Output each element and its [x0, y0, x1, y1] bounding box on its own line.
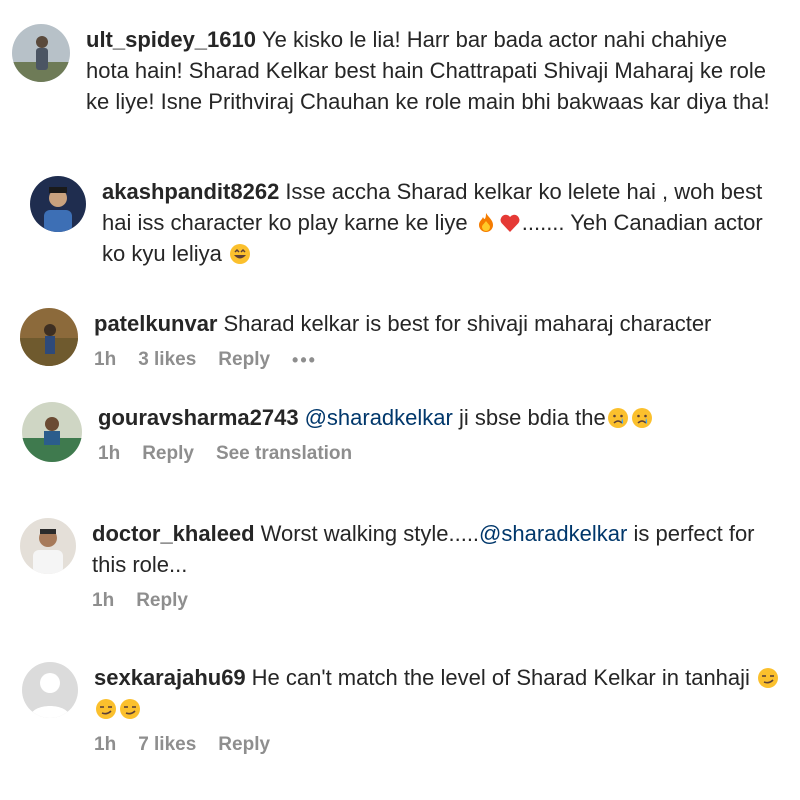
- comment-doctor-khaleed: doctor_khaleed Worst walking style.....@s…: [20, 518, 790, 612]
- avatar[interactable]: [22, 402, 82, 462]
- comment-body: He can't match the level of Sharad Kelka…: [251, 665, 750, 690]
- user-photo-icon: [20, 308, 78, 366]
- comment-meta: 1h Reply See translation: [98, 443, 778, 465]
- avatar[interactable]: [22, 662, 78, 718]
- reply-button[interactable]: Reply: [218, 734, 270, 756]
- smirk-emoji-icon: [96, 699, 116, 719]
- user-photo-icon: [20, 518, 76, 574]
- reply-button[interactable]: Reply: [136, 590, 188, 612]
- timestamp: 1h: [98, 443, 121, 464]
- smirk-emoji-icon: [120, 699, 140, 719]
- comment-ult-spidey: ult_spidey_1610 Ye kisko le lia! Harr bar…: [12, 24, 792, 117]
- default-avatar-icon: [22, 662, 78, 718]
- username[interactable]: ult_spidey_1610: [86, 27, 256, 52]
- comment-body: ji sbse bdia the: [458, 405, 606, 430]
- reply-button[interactable]: Reply: [142, 443, 194, 465]
- comment-gouravsharma: gouravsharma2743 @sharadkelkar ji sbse bd…: [22, 402, 792, 465]
- fire-emoji-icon: [478, 213, 493, 232]
- mention-link[interactable]: @sharadkelkar: [305, 405, 453, 430]
- avatar[interactable]: [30, 176, 86, 232]
- comment-meta: 1h 3 likes Reply •••: [94, 349, 774, 371]
- username[interactable]: gouravsharma2743: [98, 405, 299, 430]
- comment-text: doctor_khaleed Worst walking style.....@s…: [92, 518, 782, 580]
- username[interactable]: akashpandit8262: [102, 179, 279, 204]
- crying-emoji-icon: [631, 408, 652, 428]
- avatar[interactable]: [20, 518, 76, 574]
- timestamp: 1h: [92, 590, 115, 611]
- user-photo-icon: [22, 402, 82, 462]
- username[interactable]: sexkarajahu69: [94, 665, 246, 690]
- comment-meta: 1h Reply: [92, 590, 782, 612]
- crying-emoji-icon: [607, 408, 628, 428]
- comment-sexkarajahu: sexkarajahu69 He can't match the level of…: [22, 662, 792, 756]
- comment-body: Worst walking style.....: [260, 521, 480, 546]
- user-photo-icon: [30, 176, 86, 232]
- username[interactable]: patelkunvar: [94, 311, 218, 336]
- mention-link[interactable]: @sharadkelkar: [479, 521, 627, 546]
- comment-meta: 1h 7 likes Reply: [94, 734, 784, 756]
- comment-body: Sharad kelkar is best for shivaji mahara…: [223, 311, 712, 336]
- see-translation-button[interactable]: See translation: [216, 443, 352, 465]
- comment-text: ult_spidey_1610 Ye kisko le lia! Harr bar…: [86, 24, 776, 117]
- likes-count[interactable]: 3 likes: [138, 349, 196, 371]
- timestamp: 1h: [94, 349, 117, 370]
- smirk-emoji-icon: [758, 668, 779, 688]
- comment-text: gouravsharma2743 @sharadkelkar ji sbse bd…: [98, 402, 778, 433]
- likes-count[interactable]: 7 likes: [138, 734, 196, 756]
- comment-patelkunvar: patelkunvar Sharad kelkar is best for shi…: [20, 308, 790, 371]
- user-photo-icon: [12, 24, 70, 82]
- timestamp: 1h: [94, 734, 117, 755]
- avatar[interactable]: [20, 308, 78, 366]
- comment-text: akashpandit8262 Isse accha Sharad kelkar …: [102, 176, 772, 269]
- more-options-icon[interactable]: •••: [292, 350, 317, 371]
- comment-akashpandit: akashpandit8262 Isse accha Sharad kelkar …: [30, 176, 790, 269]
- reply-button[interactable]: Reply: [218, 349, 270, 371]
- laughing-emoji-icon: [229, 244, 250, 264]
- username[interactable]: doctor_khaleed: [92, 521, 255, 546]
- red-heart-emoji-icon: [500, 214, 520, 232]
- comment-text: patelkunvar Sharad kelkar is best for shi…: [94, 308, 774, 339]
- avatar[interactable]: [12, 24, 70, 82]
- comment-text: sexkarajahu69 He can't match the level of…: [94, 662, 784, 724]
